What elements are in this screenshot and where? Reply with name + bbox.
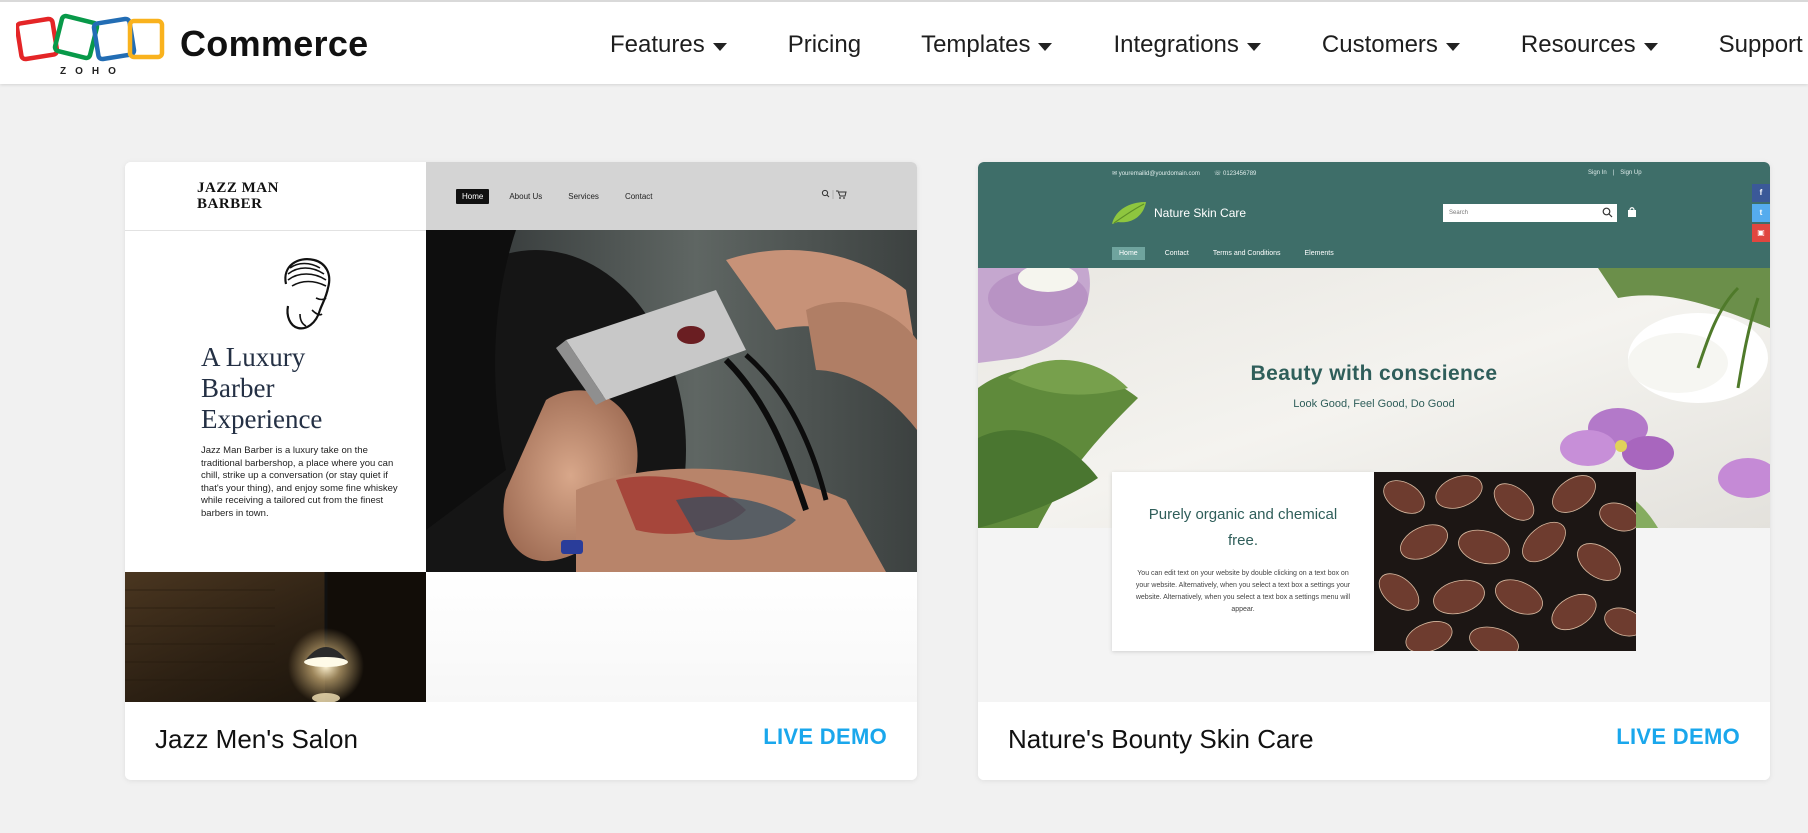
- nature-panel-title: Purely organic and chemical free.: [1148, 506, 1338, 549]
- jazz-heading-line: Barber: [201, 373, 275, 403]
- shopping-bag-icon: [1628, 207, 1636, 217]
- search-icon: [1602, 207, 1613, 218]
- leaves-photo: [1374, 472, 1636, 651]
- template-card-jazz[interactable]: JAZZ MAN BARBER A Luxury Barber Experien…: [125, 162, 917, 780]
- chevron-down-icon: [1643, 42, 1658, 51]
- zoho-logo[interactable]: ZOHO: [16, 12, 166, 78]
- zoho-wordmark: ZOHO: [60, 66, 125, 77]
- template-preview-jazz[interactable]: JAZZ MAN BARBER A Luxury Barber Experien…: [125, 162, 917, 702]
- card-title: Jazz Men's Salon: [155, 724, 358, 754]
- chevron-down-icon: [1038, 42, 1053, 51]
- leaf-icon: [1112, 202, 1146, 224]
- jazz-logo: JAZZ MAN BARBER: [197, 180, 279, 212]
- chevron-down-icon: [1246, 42, 1261, 51]
- nature-auth: Sign In | Sign Up: [1588, 170, 1642, 176]
- jazz-heading-line: Experience: [201, 404, 323, 434]
- nature-hero-subtitle: Look Good, Feel Good, Do Good: [1293, 398, 1455, 410]
- jazz-logo-line: JAZZ MAN: [197, 180, 279, 196]
- nature-sign-up: Sign Up: [1620, 170, 1642, 176]
- divider: [125, 230, 426, 231]
- chevron-down-icon: [712, 42, 727, 51]
- live-demo-link[interactable]: LIVE DEMO: [763, 724, 887, 750]
- jazz-nav-services: Services: [568, 192, 599, 201]
- nav-support-label: Support: [1718, 31, 1803, 58]
- nature-email: ✉ youremailid@yourdomain.com: [1112, 171, 1200, 177]
- template-preview-nature[interactable]: ✉ youremailid@yourdomain.com ☏ 012345678…: [978, 162, 1770, 702]
- nature-sign-in: Sign In: [1588, 170, 1607, 176]
- nav-customers[interactable]: Customers: [1322, 28, 1460, 62]
- nature-brand: Nature Skin Care: [1110, 200, 1246, 226]
- nature-menu-terms: Terms and Conditions: [1212, 250, 1281, 257]
- facebook-icon: f: [1752, 184, 1770, 202]
- card-footer: Jazz Men's Salon LIVE DEMO: [125, 702, 917, 780]
- nature-contact: ✉ youremailid@yourdomain.com ☏ 012345678…: [1112, 170, 1256, 177]
- nature-social-bar: f t ▣: [1752, 184, 1770, 244]
- search-and-cart-icon: [821, 189, 847, 199]
- nature-hero-title: Beauty with conscience: [1250, 362, 1498, 385]
- nature-menu: Home Contact Terms and Conditions Elemen…: [1112, 247, 1358, 260]
- jazz-heading: A Luxury Barber Experience: [201, 342, 401, 435]
- nav-features-label: Features: [610, 31, 705, 58]
- instagram-icon: ▣: [1752, 224, 1770, 242]
- jazz-blank-section: [426, 572, 917, 702]
- jazz-heading-line: A Luxury: [201, 342, 306, 372]
- nature-phone: ☏ 0123456789: [1213, 171, 1257, 177]
- nav-templates[interactable]: Templates: [921, 28, 1053, 62]
- divider: |: [1612, 170, 1615, 176]
- nav-resources-label: Resources: [1520, 31, 1636, 58]
- jazz-navbar: Home About Us Services Contact: [426, 162, 917, 230]
- jazz-logo-line: BARBER: [197, 196, 263, 212]
- jazz-body-text: Jazz Man Barber is a luxury take on the …: [201, 445, 398, 519]
- barber-photo: [426, 230, 917, 572]
- barber-head-icon: [284, 258, 331, 330]
- twitter-icon: t: [1752, 204, 1770, 222]
- jazz-left-column: JAZZ MAN BARBER A Luxury Barber Experien…: [125, 162, 426, 702]
- card-footer: Nature's Bounty Skin Care LIVE DEMO: [978, 702, 1770, 780]
- nav-integrations[interactable]: Integrations: [1113, 28, 1261, 62]
- lamp-photo: [125, 572, 426, 702]
- nav-pricing-label: Pricing: [787, 31, 862, 58]
- nav-support[interactable]: Support: [1719, 28, 1808, 62]
- nature-search-input: Search: [1443, 204, 1617, 222]
- jazz-nav-about: About Us: [509, 192, 543, 201]
- nature-info-panel: Purely organic and chemical free. You ca…: [1112, 472, 1374, 651]
- chevron-down-icon: [1445, 42, 1460, 51]
- nav-resources[interactable]: Resources: [1521, 28, 1658, 62]
- nav-templates-label: Templates: [921, 31, 1031, 58]
- jazz-nav: Home About Us Services Contact: [456, 189, 679, 204]
- jazz-nav-home: Home: [456, 189, 490, 204]
- main-nav: Features Pricing Templates Integrations …: [610, 28, 1808, 62]
- zoho-logo-icon: [16, 13, 165, 62]
- top-navigation: ZOHO Commerce Features Pricing Templates…: [0, 0, 1808, 84]
- nature-brand-name: Nature Skin Care: [1154, 206, 1247, 220]
- jazz-tools: [821, 189, 847, 202]
- template-card-nature[interactable]: ✉ youremailid@yourdomain.com ☏ 012345678…: [978, 162, 1770, 780]
- nav-customers-label: Customers: [1321, 31, 1438, 58]
- nature-header: ✉ youremailid@yourdomain.com ☏ 012345678…: [978, 162, 1770, 268]
- nature-menu-home: Home: [1112, 247, 1145, 260]
- nature-search-placeholder: Search: [1449, 210, 1469, 216]
- nav-integrations-label: Integrations: [1113, 31, 1239, 58]
- card-title: Nature's Bounty Skin Care: [1008, 724, 1314, 754]
- nature-menu-contact: Contact: [1164, 250, 1189, 257]
- nature-panel-body: You can edit text on your website by dou…: [1135, 570, 1351, 613]
- live-demo-link[interactable]: LIVE DEMO: [1616, 724, 1740, 750]
- nav-features[interactable]: Features: [610, 28, 727, 62]
- brand-name[interactable]: Commerce: [180, 23, 368, 65]
- nav-pricing[interactable]: Pricing: [788, 28, 861, 62]
- nature-menu-elements: Elements: [1304, 250, 1334, 257]
- jazz-nav-contact: Contact: [624, 192, 653, 201]
